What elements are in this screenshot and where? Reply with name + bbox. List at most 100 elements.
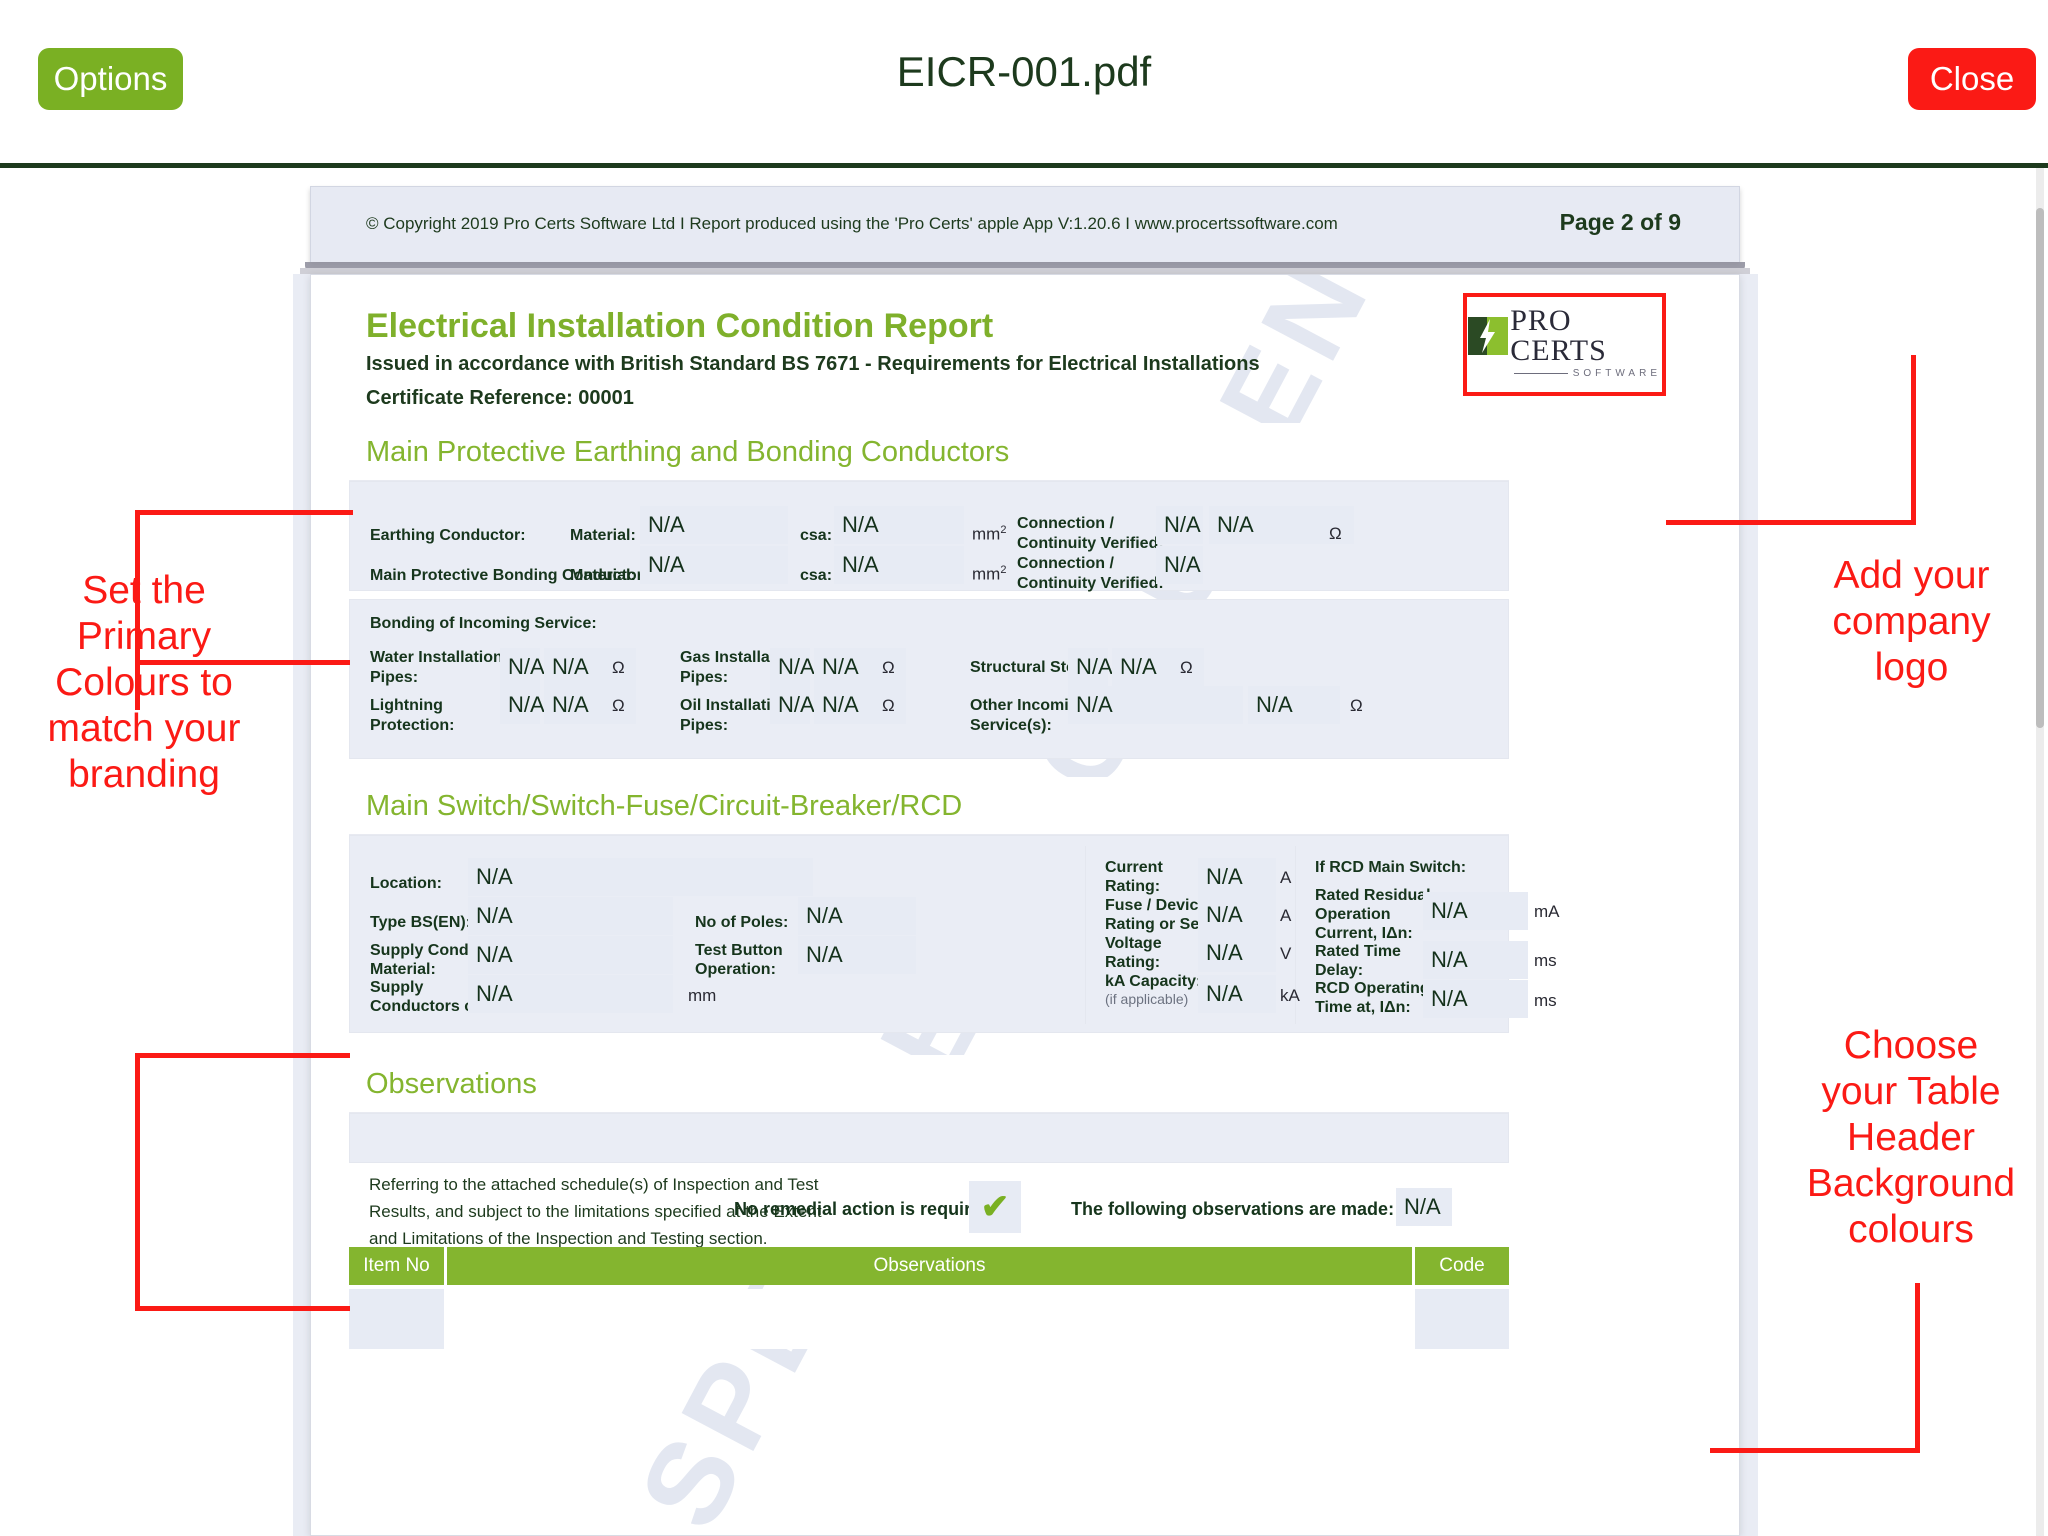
field-supply-cond-csa[interactable]: N/A	[468, 975, 673, 1013]
label-rated-residual-l2: Operation	[1315, 906, 1391, 923]
field-earthing-verified-1[interactable]: N/A	[1156, 506, 1203, 544]
field-other-incoming-1[interactable]: N/A	[1068, 686, 1243, 724]
unit-ohm-oil: Ω	[882, 696, 895, 715]
annotation-primary-colours: Set the Primary Colours to match your br…	[47, 569, 241, 796]
viewer-scrollbar[interactable]	[2036, 168, 2044, 1536]
label-water-pipes-l1: Water Installation	[370, 649, 503, 666]
unit-ohm-other: Ω	[1350, 696, 1363, 715]
document-title: EICR-001.pdf	[896, 48, 1152, 95]
label-rated-time-delay-l1: Rated Time	[1315, 943, 1401, 960]
field-no-of-poles[interactable]: N/A	[798, 897, 916, 935]
label-fuse-device-l1: Fuse / Device	[1105, 897, 1208, 914]
field-earthing-material[interactable]: N/A	[640, 506, 788, 544]
table-header-observations: Observations	[447, 1247, 1412, 1285]
field-rated-residual-current[interactable]: N/A	[1423, 892, 1528, 930]
label-connection-verified-1b: Continuity Verified:	[1017, 535, 1164, 552]
section-heading-main-switch: Main Switch/Switch-Fuse/Circuit-Breaker/…	[349, 777, 1509, 835]
table-cell-observations[interactable]	[447, 1289, 1412, 1349]
panel-earthing-conductors: Earthing Conductor: Material: N/A csa: N…	[349, 481, 1509, 592]
field-structural-steel-1[interactable]: N/A	[1068, 648, 1113, 686]
annotation-line-table-vertical	[1915, 1283, 1920, 1453]
field-other-incoming-2[interactable]: N/A	[1248, 686, 1340, 724]
field-current-rating[interactable]: N/A	[1198, 858, 1276, 896]
label-material-2: Material:	[570, 567, 636, 584]
report-subtitle: Issued in accordance with British Standa…	[366, 353, 1260, 375]
pdf-page: SPECIMEN DOCUMENT Electrical Installatio…	[310, 274, 1740, 1536]
label-rated-residual-l3: Current, IΔn:	[1315, 925, 1413, 942]
pdf-viewer[interactable]: © Copyright 2019 Pro Certs Software Ltd …	[0, 168, 2048, 1536]
copyright-text: © Copyright 2019 Pro Certs Software Ltd …	[366, 214, 1338, 233]
label-current-rating-l2: Rating:	[1105, 878, 1161, 895]
unit-ohm-lightning: Ω	[612, 696, 625, 715]
unit-ka: kA	[1280, 986, 1300, 1005]
field-gas-pipes-1[interactable]: N/A	[770, 648, 815, 686]
unit-ohm-steel: Ω	[1180, 658, 1193, 677]
pdf-page-footer-strip: © Copyright 2019 Pro Certs Software Ltd …	[310, 186, 1740, 262]
label-ka-capacity: kA Capacity:	[1105, 973, 1202, 990]
label-connection-verified-2a: Connection /	[1017, 555, 1114, 572]
field-bonding-material[interactable]: N/A	[640, 546, 788, 584]
field-voltage-rating[interactable]: N/A	[1198, 934, 1276, 972]
table-header-code: Code	[1415, 1247, 1509, 1285]
unit-ms-operating: ms	[1534, 991, 1557, 1010]
label-lightning-l2: Protection:	[370, 717, 455, 734]
annotation-line-mainswitch-horizontal	[135, 1053, 350, 1058]
checkbox-no-remedial-action[interactable]: ✔	[969, 1181, 1021, 1233]
unit-ma: mA	[1534, 902, 1560, 921]
label-test-button-l1: Test Button	[695, 942, 783, 959]
label-rated-time-delay-l2: Delay:	[1315, 962, 1364, 979]
field-oil-pipes-1[interactable]: N/A	[770, 686, 815, 724]
page-number: Page 2 of 9	[1559, 209, 1681, 235]
label-following-observations: The following observations are made:	[1071, 1199, 1395, 1219]
annotation-line-observations-horizontal	[135, 1306, 350, 1311]
field-test-button-operation[interactable]: N/A	[798, 936, 916, 974]
field-ka-capacity[interactable]: N/A	[1198, 975, 1276, 1013]
section-heading-observations: Observations	[349, 1055, 1509, 1113]
field-earthing-csa[interactable]: N/A	[834, 506, 964, 544]
report-title: Electrical Installation Condition Report	[366, 307, 994, 345]
panel-bonding-incoming-service: Bonding of Incoming Service: Water Insta…	[349, 599, 1509, 759]
close-button[interactable]: Close	[1908, 48, 2036, 110]
label-voltage-rating-l1: Voltage	[1105, 935, 1162, 952]
label-material-1: Material:	[570, 527, 636, 544]
page-gutter-right	[1740, 274, 1758, 1536]
panel-main-switch: Location: N/A Type BS(EN): N/A No of Pol…	[349, 835, 1560, 1033]
app-toolbar: Options EICR-001.pdf Close	[0, 0, 2048, 165]
label-test-button-l2: Operation:	[695, 961, 776, 978]
table-cell-item-no[interactable]	[349, 1289, 444, 1349]
table-header-item-no: Item No	[349, 1247, 444, 1285]
field-rcd-operating-time[interactable]: N/A	[1423, 980, 1528, 1018]
field-lightning-1[interactable]: N/A	[500, 686, 545, 724]
screen: Options EICR-001.pdf Close © Copyright 2…	[0, 0, 2048, 1536]
label-rcd-operating-time-l2: Time at, IΔn:	[1315, 999, 1411, 1016]
field-water-pipes-1[interactable]: N/A	[500, 648, 545, 686]
field-type-bsen[interactable]: N/A	[468, 897, 673, 935]
label-supply-cond-material-l2: Material:	[370, 961, 436, 978]
label-ka-capacity-note: (if applicable)	[1105, 991, 1189, 1007]
annotation-line-logo-horizontal	[1666, 520, 1916, 525]
panel-observations-spacer	[349, 1113, 1509, 1163]
check-icon: ✔	[980, 1188, 1010, 1226]
label-other-incoming-l2: Service(s):	[970, 717, 1052, 734]
page-gutter-left	[293, 274, 310, 1536]
label-bonding-incoming-heading: Bonding of Incoming Service:	[370, 615, 597, 632]
panel-observations-note: Referring to the attached schedule(s) of…	[349, 1163, 1509, 1248]
label-supply-csa-l1: Supply	[370, 979, 424, 996]
label-rcd-operating-time-l1: RCD Operating	[1315, 980, 1430, 997]
annotation-box-logo	[1463, 293, 1666, 396]
label-connection-verified-2b: Continuity Verified:	[1017, 575, 1164, 592]
unit-mm2-2: mm2	[972, 564, 1007, 584]
table-cell-code[interactable]	[1415, 1289, 1509, 1349]
unit-amp-current: A	[1280, 868, 1292, 887]
label-if-rcd-main-switch: If RCD Main Switch:	[1315, 859, 1467, 876]
label-location: Location:	[370, 875, 442, 892]
field-supply-cond-material[interactable]: N/A	[468, 936, 673, 974]
field-rated-time-delay[interactable]: N/A	[1423, 941, 1528, 979]
annotation-company-logo: Add your company logo	[1832, 554, 1991, 689]
field-bonding-csa[interactable]: N/A	[834, 546, 964, 584]
field-bonding-verified-1[interactable]: N/A	[1156, 546, 1203, 584]
field-following-observations[interactable]: N/A	[1396, 1188, 1452, 1226]
field-location[interactable]: N/A	[468, 858, 813, 896]
field-fuse-device-rating[interactable]: N/A	[1198, 896, 1276, 934]
unit-volt: V	[1280, 944, 1292, 963]
